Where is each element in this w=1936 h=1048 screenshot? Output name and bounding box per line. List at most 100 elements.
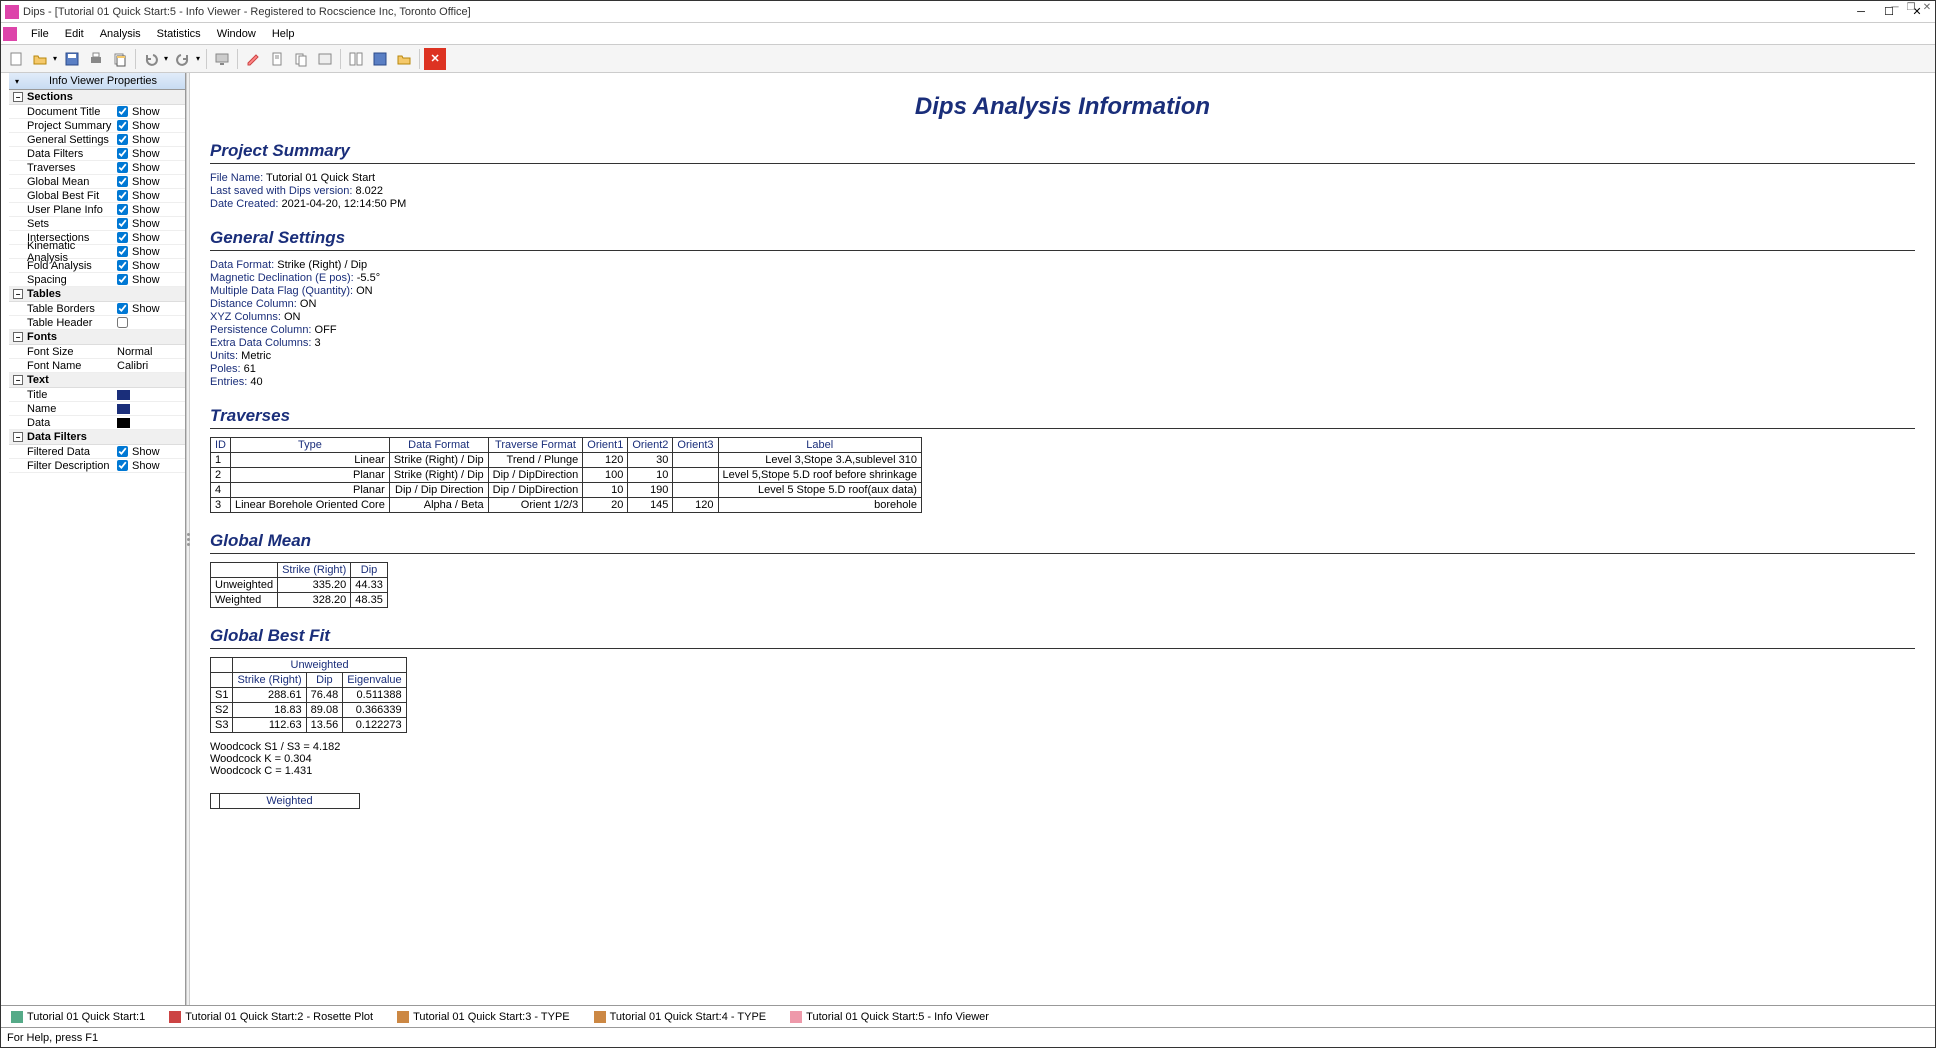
show-checkbox[interactable] [117,246,128,257]
print-icon[interactable] [85,48,107,70]
section-text[interactable]: −Text [9,373,185,388]
new-file-icon[interactable] [5,48,27,70]
open-dropdown-icon[interactable]: ▾ [51,54,59,63]
table-cell: Level 3,Stope 3.A,sublevel 310 [718,453,921,468]
show-checkbox[interactable] [117,162,128,173]
table-row: S1288.6176.480.511388 [211,688,407,703]
show-checkbox[interactable] [117,460,128,471]
panel-collapse-icon[interactable]: ▾ [11,77,23,86]
copy-icon[interactable] [109,48,131,70]
collapse-icon[interactable]: − [13,92,23,102]
menu-help[interactable]: Help [264,26,303,42]
menu-window[interactable]: Window [209,26,264,42]
prop-row: Kinematic AnalysisShow [9,245,185,259]
show-checkbox[interactable] [117,317,128,328]
table-header: Strike (Right) [233,673,306,688]
show-checkbox[interactable] [117,148,128,159]
save-icon[interactable] [61,48,83,70]
setting-value: ON [353,285,373,297]
show-checkbox[interactable] [117,232,128,243]
menu-file[interactable]: File [23,26,57,42]
table-header: Orient1 [583,438,628,453]
section-tables[interactable]: −Tables [9,287,185,302]
table-cell: Linear [231,453,390,468]
setting-key: Poles: [210,363,241,375]
table-cell: 20 [583,498,628,513]
minimize-button[interactable]: ─ [1847,2,1875,22]
save-layout-icon[interactable] [369,48,391,70]
document-tab[interactable]: Tutorial 01 Quick Start:2 - Rosette Plot [163,1009,379,1025]
traverses-table: IDTypeData FormatTraverse FormatOrient1O… [210,437,922,513]
folder-icon[interactable] [314,48,336,70]
color-swatch[interactable] [117,404,130,414]
menu-statistics[interactable]: Statistics [149,26,209,42]
table-row: S3112.6313.560.122273 [211,718,407,733]
color-swatch[interactable] [117,390,130,400]
color-swatch[interactable] [117,418,130,428]
window-title: Dips - [Tutorial 01 Quick Start:5 - Info… [23,6,1847,18]
redo-dropdown-icon[interactable]: ▾ [194,54,202,63]
document-tab[interactable]: Tutorial 01 Quick Start:1 [5,1009,151,1025]
table-row: S218.8389.080.366339 [211,703,407,718]
section-sections[interactable]: −Sections [9,90,185,105]
show-checkbox[interactable] [117,446,128,457]
monitor-icon[interactable] [211,48,233,70]
open-folder-icon[interactable] [393,48,415,70]
section-fonts[interactable]: −Fonts [9,330,185,345]
open-file-icon[interactable] [29,48,51,70]
show-checkbox[interactable] [117,176,128,187]
setting-value: OFF [312,324,337,336]
show-checkbox[interactable] [117,303,128,314]
titlebar: Dips - [Tutorial 01 Quick Start:5 - Info… [1,1,1935,23]
setting-key: XYZ Columns: [210,311,281,323]
document-tab[interactable]: Tutorial 01 Quick Start:5 - Info Viewer [784,1009,995,1025]
document-tab[interactable]: Tutorial 01 Quick Start:4 - TYPE [588,1009,773,1025]
mdi-close-button[interactable]: ✕ [1920,0,1934,14]
table-cell: 112.63 [233,718,306,733]
collapse-icon[interactable]: − [13,289,23,299]
prop-row: Table Header [9,316,185,330]
show-checkbox[interactable] [117,260,128,271]
close-x-icon[interactable]: ✕ [424,48,446,70]
table-header: ID [211,438,231,453]
table-cell [673,453,718,468]
prop-label: Spacing [27,274,117,286]
show-checkbox[interactable] [117,218,128,229]
prop-value[interactable]: Calibri [117,360,181,372]
undo-dropdown-icon[interactable]: ▾ [162,54,170,63]
mdi-minimize-button[interactable]: ─ [1888,0,1902,14]
prop-value[interactable]: Normal [117,346,181,358]
section-datafilters[interactable]: −Data Filters [9,430,185,445]
show-checkbox[interactable] [117,204,128,215]
edit-pencil-icon[interactable] [242,48,264,70]
table-cell: S1 [211,688,233,703]
menu-edit[interactable]: Edit [57,26,92,42]
table-cell: Planar [231,483,390,498]
document-tab[interactable]: Tutorial 01 Quick Start:3 - TYPE [391,1009,576,1025]
tab-icon [790,1011,802,1023]
show-label: Show [132,218,160,230]
table-cell: 89.08 [306,703,343,718]
collapse-icon[interactable]: − [13,332,23,342]
show-label: Show [132,176,160,188]
show-checkbox[interactable] [117,190,128,201]
show-checkbox[interactable] [117,120,128,131]
document-icon[interactable] [266,48,288,70]
collapse-icon[interactable]: − [13,375,23,385]
show-label: Show [132,460,160,472]
menu-analysis[interactable]: Analysis [92,26,149,42]
grid-view-icon[interactable] [345,48,367,70]
setting-key: Units: [210,350,238,362]
show-checkbox[interactable] [117,134,128,145]
collapse-icon[interactable]: − [13,432,23,442]
show-checkbox[interactable] [117,106,128,117]
show-checkbox[interactable] [117,274,128,285]
undo-icon[interactable] [140,48,162,70]
redo-icon[interactable] [172,48,194,70]
mdi-restore-button[interactable]: ❐ [1904,0,1918,14]
prop-label: General Settings [27,134,117,146]
prop-label: Document Title [27,106,117,118]
table-cell: 10 [628,468,673,483]
multi-doc-icon[interactable] [290,48,312,70]
table-row: Weighted328.2048.35 [211,593,388,608]
